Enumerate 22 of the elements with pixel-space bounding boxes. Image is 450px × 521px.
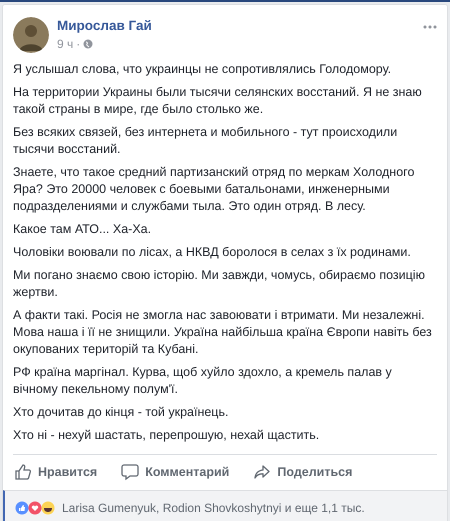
post-paragraph: Я услышал слова, что украинцы не сопротивлялись Голодомору.	[13, 61, 392, 78]
post-paragraph: РФ країна маргінал. Курва, щоб хуйло здохло, а кремель палав у вічному пекельному полум'ї.	[13, 364, 393, 398]
thumbs-up-icon	[14, 463, 32, 482]
post-paragraph: На территории Украины были тысячи селянских восстаний. Я не знаю такой страны в мире, где было столько же.	[13, 84, 423, 118]
more-options-icon[interactable]	[423, 25, 437, 29]
post-paragraph: Хто ні - нехуй шастать, перепрошую, нехай щастить.	[13, 427, 320, 444]
action-button[interactable]: Поделиться	[252, 461, 354, 484]
post-paragraph: Какое там АТО... Ха-Ха.	[13, 221, 152, 238]
action-button[interactable]: Нравится	[13, 461, 98, 484]
post-paragraph: А факти такі. Росія не змогла нас завоювати і втримати. Ми незалежні. Мова наша і її не знищили. Україна найбільша країна Європи навіть без окупованих територій та Кубані.	[13, 307, 433, 358]
post-paragraph: Хто дочитав до кінця - той українець.	[13, 404, 230, 421]
post-paragraph: Знаете, что такое средний партизанский отряд по меркам Холодного Яра? Это 20000 человек с боевыми батальонами, инженерными подразделениями и службами тыла. Это один отряд. В лесу.	[13, 164, 416, 215]
author-name[interactable]: Мирослав Гай	[57, 17, 423, 35]
post-paragraph: Чоловіки воювали по лісах, а НКВД боролося в селах з їх родинами.	[13, 244, 412, 261]
avatar	[13, 17, 49, 53]
post-time[interactable]: 9 ч	[57, 35, 74, 53]
share-arrow-icon	[253, 463, 272, 482]
speech-bubble-icon	[121, 463, 140, 482]
action-button[interactable]: Комментарий	[120, 461, 230, 484]
post-paragraph: Без всяких связей, без интернета и мобильного - тут происходили тысячи восстаний.	[13, 124, 398, 158]
separator-dot: ·	[76, 36, 80, 53]
post-paragraph: Ми погано знаємо свою історію. Ми завжди, чомусь, обираємо позицію жертви.	[13, 267, 426, 301]
